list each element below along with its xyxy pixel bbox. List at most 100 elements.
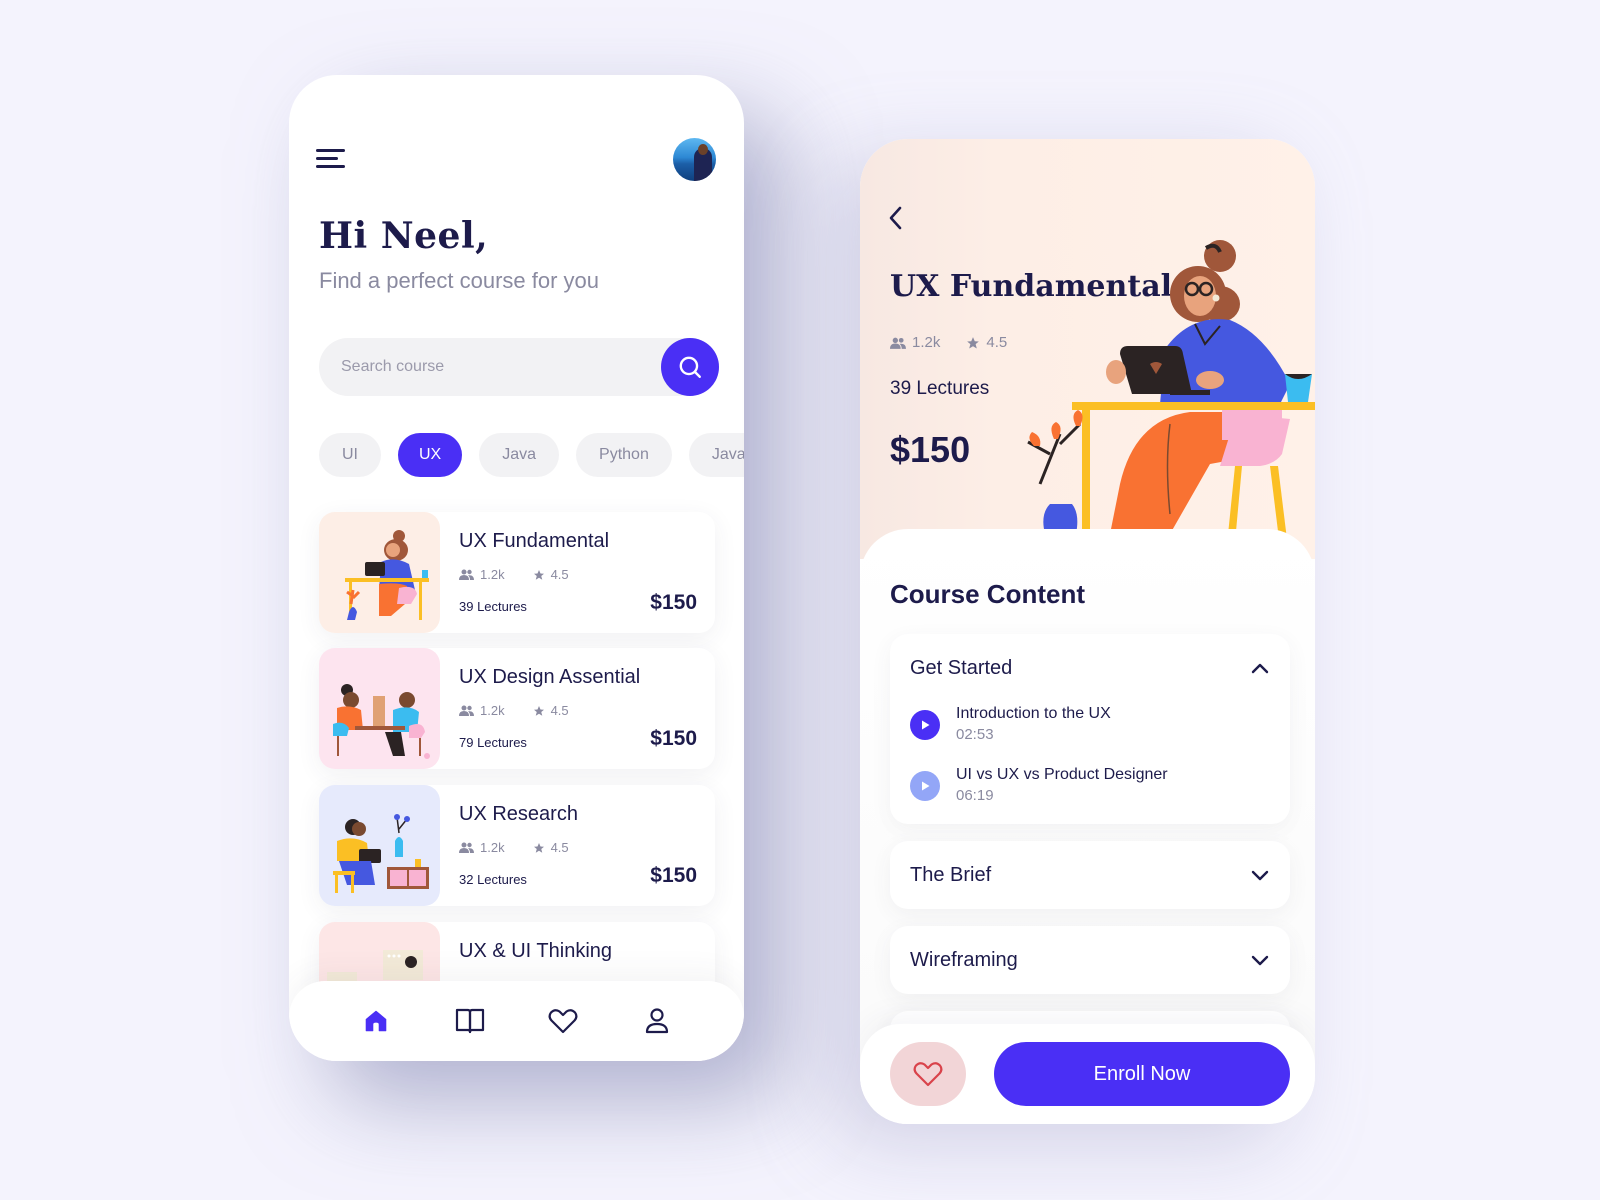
lesson-title: UI vs UX vs Product Designer bbox=[956, 766, 1168, 783]
course-card[interactable]: UX Research 1.2k 4.5 32 Lectures $150 bbox=[319, 785, 715, 906]
play-icon bbox=[922, 720, 930, 730]
category-chip-java-2[interactable]: Java bbox=[688, 433, 744, 477]
course-meta: 1.2k 4.5 bbox=[459, 567, 569, 582]
nav-library[interactable] bbox=[450, 1001, 490, 1041]
section-title: Wireframing bbox=[910, 948, 1018, 971]
course-thumbnail bbox=[319, 648, 440, 769]
star-icon bbox=[533, 842, 544, 853]
search-icon bbox=[679, 356, 701, 378]
star-icon bbox=[967, 336, 980, 349]
chevron-up-icon bbox=[1251, 663, 1269, 674]
course-title: UX Fundamental bbox=[459, 530, 610, 552]
woman-laptop-illustration bbox=[345, 530, 429, 620]
section-header[interactable]: The Brief bbox=[910, 841, 1270, 909]
chevron-left-icon bbox=[889, 206, 902, 230]
book-icon bbox=[455, 1008, 484, 1034]
lectures-count: 39 Lectures bbox=[890, 378, 990, 399]
star-icon bbox=[533, 705, 544, 716]
menu-button[interactable] bbox=[316, 147, 346, 169]
course-title: UX Research bbox=[459, 803, 578, 825]
play-button[interactable] bbox=[910, 771, 940, 801]
section-header[interactable]: Wireframing bbox=[910, 926, 1270, 994]
section-title: The Brief bbox=[910, 863, 992, 886]
course-title: UX Design Assential bbox=[459, 666, 641, 688]
nav-home[interactable] bbox=[356, 1001, 396, 1041]
rating-value: 4.5 bbox=[550, 703, 569, 718]
user-icon bbox=[646, 1008, 669, 1034]
greeting-subtitle: Find a perfect course for you bbox=[319, 268, 600, 293]
woman-laptop-illustration bbox=[1027, 240, 1315, 564]
enroll-footer: Enroll Now bbox=[860, 1024, 1315, 1124]
course-meta: 1.2k 4.5 bbox=[459, 840, 569, 855]
students-count: 1.2k bbox=[480, 703, 505, 718]
course-title: UX & UI Thinking bbox=[459, 940, 613, 962]
students-count: 1.2k bbox=[480, 840, 505, 855]
course-card[interactable]: UX Fundamental 1.2k 4.5 39 Lectures $150 bbox=[319, 512, 715, 633]
play-icon bbox=[922, 781, 930, 791]
lesson-item[interactable]: Introduction to the UX 02:53 bbox=[910, 704, 1111, 746]
search-button[interactable] bbox=[661, 338, 719, 396]
lectures-count: 32 Lectures bbox=[459, 872, 527, 887]
course-price: $150 bbox=[890, 429, 971, 470]
greeting-title: Hi Neel, bbox=[319, 215, 489, 257]
course-meta: 1.2k 4.5 bbox=[890, 334, 1007, 351]
lectures-count: 79 Lectures bbox=[459, 735, 527, 750]
category-chips: UI UX Java Python Java bbox=[319, 433, 744, 477]
rating-value: 4.5 bbox=[550, 567, 569, 582]
star-icon bbox=[533, 569, 544, 580]
menu-icon-bar bbox=[316, 165, 345, 168]
favorite-button[interactable] bbox=[890, 1042, 966, 1106]
home-screen: Hi Neel, Find a perfect course for you U… bbox=[289, 75, 744, 1061]
rating-value: 4.5 bbox=[550, 840, 569, 855]
course-thumbnail bbox=[319, 785, 440, 906]
students-count: 1.2k bbox=[912, 334, 941, 351]
heart-icon bbox=[548, 1009, 578, 1034]
students-icon bbox=[459, 705, 474, 716]
home-icon bbox=[365, 1010, 387, 1032]
section-wireframing[interactable]: Wireframing bbox=[890, 926, 1290, 994]
section-get-started: Get Started Introduction to the UX 02:53 bbox=[890, 634, 1290, 824]
woman-reading-illustration bbox=[333, 814, 429, 893]
avatar[interactable] bbox=[673, 138, 716, 181]
course-price: $150 bbox=[650, 727, 697, 750]
course-meta: 1.2k 4.5 bbox=[459, 703, 569, 718]
rating-value: 4.5 bbox=[986, 334, 1008, 351]
course-detail-screen: UX Fundamental 1.2k 4.5 39 Lectures $150 bbox=[860, 139, 1315, 1124]
course-thumbnail bbox=[319, 512, 440, 633]
lesson-item[interactable]: UI vs UX vs Product Designer 06:19 bbox=[910, 765, 1168, 807]
category-chip-ui[interactable]: UI bbox=[319, 433, 381, 477]
section-the-brief[interactable]: The Brief bbox=[890, 841, 1290, 909]
course-card[interactable]: UX Design Assential 1.2k 4.5 79 Lectures… bbox=[319, 648, 715, 769]
nav-favorites[interactable] bbox=[543, 1001, 583, 1041]
category-chip-ux[interactable]: UX bbox=[398, 433, 463, 477]
students-icon bbox=[890, 337, 906, 349]
lesson-title: Introduction to the UX bbox=[956, 705, 1111, 722]
course-price: $150 bbox=[650, 591, 697, 614]
people-playing-game-illustration bbox=[333, 684, 430, 759]
menu-icon-bar bbox=[316, 157, 338, 160]
bottom-navigation bbox=[289, 981, 744, 1061]
section-title: Get Started bbox=[910, 656, 1013, 679]
lesson-duration: 02:53 bbox=[956, 726, 994, 743]
lectures-count: 39 Lectures bbox=[459, 599, 527, 614]
chevron-down-icon bbox=[1251, 955, 1269, 966]
lesson-duration: 06:19 bbox=[956, 787, 994, 804]
course-hero: UX Fundamental 1.2k 4.5 39 Lectures $150 bbox=[860, 139, 1315, 564]
course-content-heading: Course Content bbox=[890, 579, 1085, 609]
heart-icon bbox=[913, 1062, 943, 1087]
section-header[interactable]: Get Started bbox=[910, 634, 1270, 702]
avatar-head bbox=[698, 144, 708, 155]
course-price: $150 bbox=[650, 864, 697, 887]
search-bar bbox=[319, 338, 719, 396]
play-button[interactable] bbox=[910, 710, 940, 740]
back-button[interactable] bbox=[884, 204, 908, 232]
category-chip-python[interactable]: Python bbox=[576, 433, 672, 477]
menu-icon-bar bbox=[316, 149, 345, 152]
students-icon bbox=[459, 842, 474, 853]
search-input[interactable] bbox=[341, 338, 641, 396]
students-icon bbox=[459, 569, 474, 580]
students-count: 1.2k bbox=[480, 567, 505, 582]
enroll-now-button[interactable]: Enroll Now bbox=[994, 1042, 1290, 1106]
nav-profile[interactable] bbox=[637, 1001, 677, 1041]
category-chip-java[interactable]: Java bbox=[479, 433, 560, 477]
